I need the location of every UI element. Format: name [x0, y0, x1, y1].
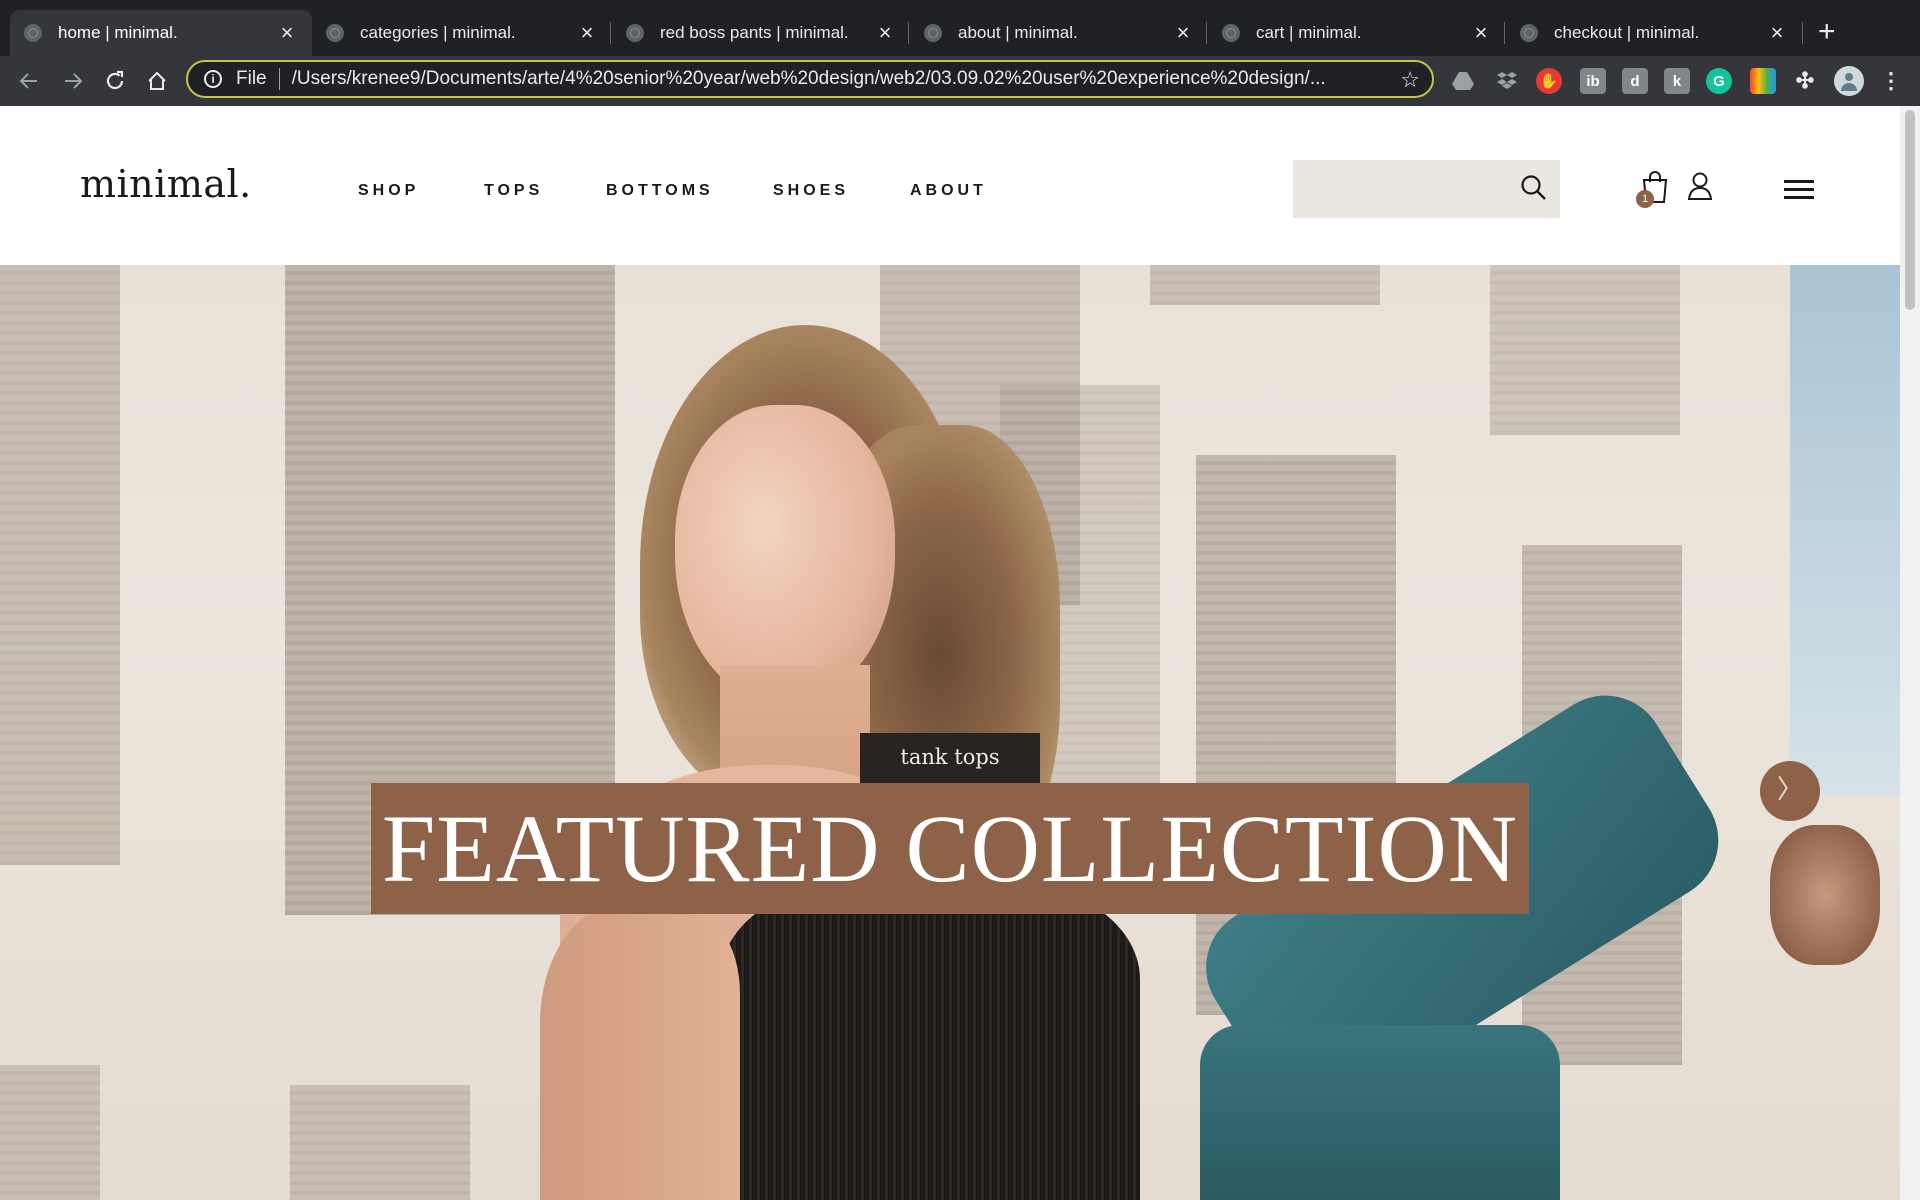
cart-count-badge: 1: [1636, 190, 1654, 208]
tab-separator: [1504, 22, 1505, 44]
globe-icon: [326, 24, 344, 42]
tab-checkout[interactable]: checkout | minimal. ×: [1506, 10, 1802, 56]
nav-bottoms[interactable]: BOTTOMS: [606, 182, 714, 200]
new-tab-button[interactable]: +: [1818, 14, 1836, 50]
arrow-right-icon: [65, 73, 83, 89]
scrollbar-thumb[interactable]: [1905, 110, 1915, 310]
account-button[interactable]: [1686, 170, 1714, 209]
globe-icon: [1222, 24, 1240, 42]
tab-about[interactable]: about | minimal. ×: [910, 10, 1208, 56]
info-icon[interactable]: i: [204, 70, 222, 88]
browser-toolbar: i File /Users/krenee9/Documents/arte/4%2…: [0, 56, 1920, 106]
tab-title: cart | minimal.: [1256, 23, 1362, 42]
search-icon[interactable]: [1520, 174, 1548, 207]
kebab-menu-icon[interactable]: ⋮: [1878, 68, 1904, 94]
grammarly-icon[interactable]: G: [1706, 68, 1732, 94]
nav-about[interactable]: ABOUT: [910, 182, 987, 200]
site-header: minimal. SHOP TOPS BOTTOMS SHOES ABOUT 1: [0, 106, 1900, 265]
category-tag[interactable]: tank tops: [860, 733, 1040, 783]
omnibox-divider: [278, 68, 280, 90]
k-icon[interactable]: k: [1664, 68, 1690, 94]
web-page: minimal. SHOP TOPS BOTTOMS SHOES ABOUT 1: [0, 106, 1900, 1200]
tab-title: about | minimal.: [958, 23, 1078, 42]
reload-button[interactable]: [98, 64, 132, 98]
nav-shop[interactable]: SHOP: [358, 182, 419, 200]
close-icon[interactable]: ×: [576, 22, 598, 44]
tab-title: home | minimal.: [58, 23, 178, 42]
page-scrollbar[interactable]: [1900, 106, 1920, 1200]
adblock-icon[interactable]: ✋: [1536, 68, 1562, 94]
avatar[interactable]: [1834, 66, 1864, 96]
close-icon[interactable]: ×: [1766, 22, 1788, 44]
puzzle-icon[interactable]: ✣: [1792, 68, 1818, 94]
tab-title: categories | minimal.: [360, 23, 516, 42]
hamburger-menu-icon[interactable]: [1784, 180, 1814, 202]
star-icon[interactable]: ☆: [1400, 68, 1420, 92]
nav-tops[interactable]: TOPS: [484, 182, 543, 200]
tab-title: red boss pants | minimal.: [660, 23, 849, 42]
tab-home[interactable]: home | minimal. ×: [10, 10, 312, 56]
next-slide-button[interactable]: 〉: [1760, 761, 1820, 821]
tab-separator: [1802, 22, 1803, 44]
nav-shoes[interactable]: SHOES: [773, 182, 849, 200]
tab-separator: [908, 22, 909, 44]
home-icon: [148, 71, 166, 90]
hero-banner: tank tops FEATURED COLLECTION 〉: [0, 265, 1900, 1200]
url-text[interactable]: /Users/krenee9/Documents/arte/4%20senior…: [292, 68, 1382, 90]
home-button[interactable]: [140, 64, 174, 98]
search-input[interactable]: [1293, 160, 1560, 218]
tab-cart[interactable]: cart | minimal. ×: [1208, 10, 1506, 56]
close-icon[interactable]: ×: [1172, 22, 1194, 44]
reload-icon: [106, 70, 124, 90]
tab-separator: [1206, 22, 1207, 44]
ib-icon[interactable]: ib: [1580, 68, 1606, 94]
site-logo[interactable]: minimal.: [80, 162, 252, 206]
forward-button[interactable]: [56, 64, 90, 98]
tab-red-boss-pants[interactable]: red boss pants | minimal. ×: [612, 10, 910, 56]
color-icon[interactable]: [1750, 68, 1776, 94]
close-icon[interactable]: ×: [1470, 22, 1492, 44]
d-icon[interactable]: d: [1622, 68, 1648, 94]
url-scheme: File: [236, 68, 267, 89]
back-button[interactable]: [12, 64, 46, 98]
globe-icon: [1520, 24, 1538, 42]
tab-categories[interactable]: categories | minimal. ×: [312, 10, 612, 56]
drive-icon[interactable]: [1450, 68, 1476, 94]
browser-tab-bar: home | minimal. × categories | minimal. …: [0, 0, 1920, 56]
user-icon: [1687, 172, 1713, 200]
arrow-left-icon: [19, 73, 37, 89]
globe-icon: [626, 24, 644, 42]
featured-collection-title[interactable]: FEATURED COLLECTION: [371, 783, 1529, 914]
dropbox-icon[interactable]: [1494, 68, 1520, 94]
cart-button[interactable]: 1: [1636, 170, 1676, 210]
globe-icon: [24, 24, 42, 42]
address-bar[interactable]: i File /Users/krenee9/Documents/arte/4%2…: [186, 60, 1434, 98]
close-icon[interactable]: ×: [276, 22, 298, 44]
tab-title: checkout | minimal.: [1554, 23, 1700, 42]
globe-icon: [924, 24, 942, 42]
close-icon[interactable]: ×: [874, 22, 896, 44]
tab-separator: [610, 22, 611, 44]
